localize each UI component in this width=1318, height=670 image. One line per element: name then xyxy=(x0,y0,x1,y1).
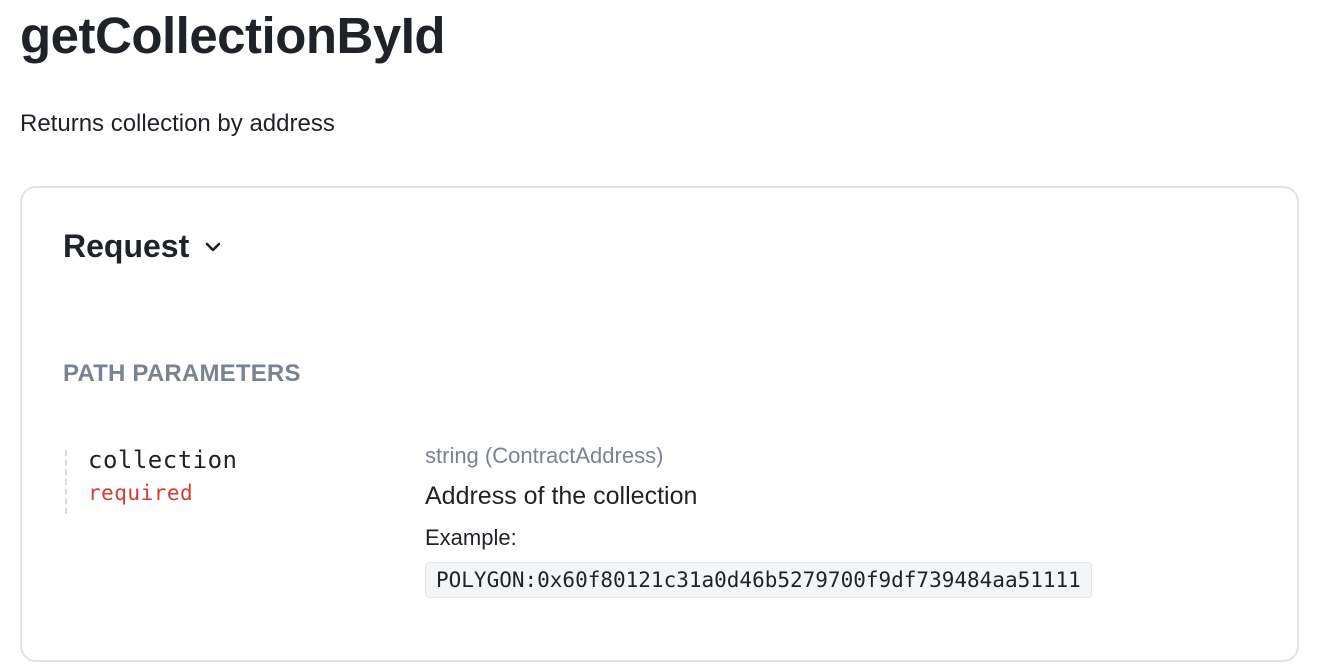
param-name: collection xyxy=(88,446,238,474)
chevron-down-icon xyxy=(203,237,223,257)
page: getCollectionById Returns collection by … xyxy=(0,0,1318,670)
param-type: string (ContractAddress) xyxy=(425,443,664,468)
example-value[interactable]: POLYGON:0x60f80121c31a0d46b5279700f9df73… xyxy=(425,562,1092,598)
param-row: collection required string (ContractAddr… xyxy=(65,443,1265,628)
request-title: Request xyxy=(63,228,190,264)
param-name-column: collection required xyxy=(65,446,238,514)
path-parameters-label: PATH PARAMETERS xyxy=(63,360,301,387)
param-description: Address of the collection xyxy=(425,482,698,510)
example-label: Example: xyxy=(425,525,517,550)
request-card: Request PATH PARAMETERS collection requi… xyxy=(20,186,1299,662)
request-toggle[interactable]: Request xyxy=(63,228,223,265)
param-required-badge: required xyxy=(88,481,194,505)
operation-description: Returns collection by address xyxy=(20,110,335,137)
param-details: string (ContractAddress) Address of the … xyxy=(425,443,1092,598)
operation-title: getCollectionById xyxy=(20,7,446,64)
